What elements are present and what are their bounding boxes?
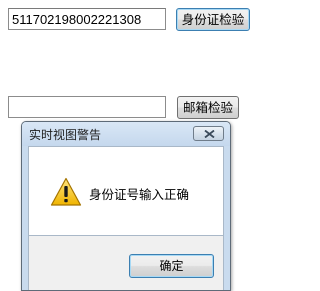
- idcard-check-button[interactable]: 身份证检验: [176, 8, 250, 31]
- email-check-button[interactable]: 邮箱检验: [177, 96, 239, 119]
- dialog-titlebar[interactable]: 实时视图警告: [22, 122, 230, 146]
- dialog-title: 实时视图警告: [29, 128, 102, 142]
- dialog-message: 身份证号输入正确: [89, 187, 190, 202]
- email-input[interactable]: [8, 96, 166, 118]
- alert-dialog: 实时视图警告 身份证号输入正确 确定: [21, 121, 231, 291]
- dialog-body: 身份证号输入正确: [28, 146, 224, 236]
- idcard-input[interactable]: [8, 8, 166, 30]
- close-icon: [204, 130, 215, 138]
- ok-button[interactable]: 确定: [129, 254, 214, 278]
- dialog-close-button[interactable]: [193, 126, 224, 141]
- warning-icon: [50, 177, 82, 206]
